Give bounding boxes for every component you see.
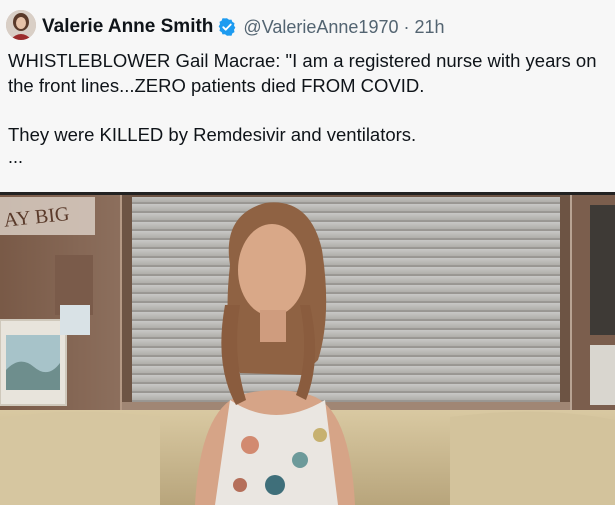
display-name[interactable]: Valerie Anne Smith: [42, 16, 213, 38]
tweet-header: Valerie Anne Smith @ValerieAnne1970 · 21…: [0, 0, 615, 192]
show-more-ellipsis[interactable]: ...: [8, 147, 23, 168]
avatar-image: [6, 10, 36, 40]
video-frame-image: AY BIG: [0, 195, 615, 505]
avatar[interactable]: [6, 10, 36, 40]
tweet-text-line-2: They were KILLED by Remdesivir and venti…: [8, 124, 417, 145]
tweet-text: WHISTLEBLOWER Gail Macrae: "I am a regis…: [8, 48, 608, 147]
separator: ·: [403, 16, 410, 37]
video-still[interactable]: AY BIG: [0, 192, 615, 505]
tweet-text-line-1: WHISTLEBLOWER Gail Macrae: "I am a regis…: [8, 50, 597, 96]
author-row: Valerie Anne Smith @ValerieAnne1970 · 21…: [42, 14, 445, 40]
timestamp[interactable]: 21h: [414, 17, 444, 38]
handle[interactable]: @ValerieAnne1970: [243, 17, 398, 38]
verified-badge-icon: [217, 17, 237, 37]
